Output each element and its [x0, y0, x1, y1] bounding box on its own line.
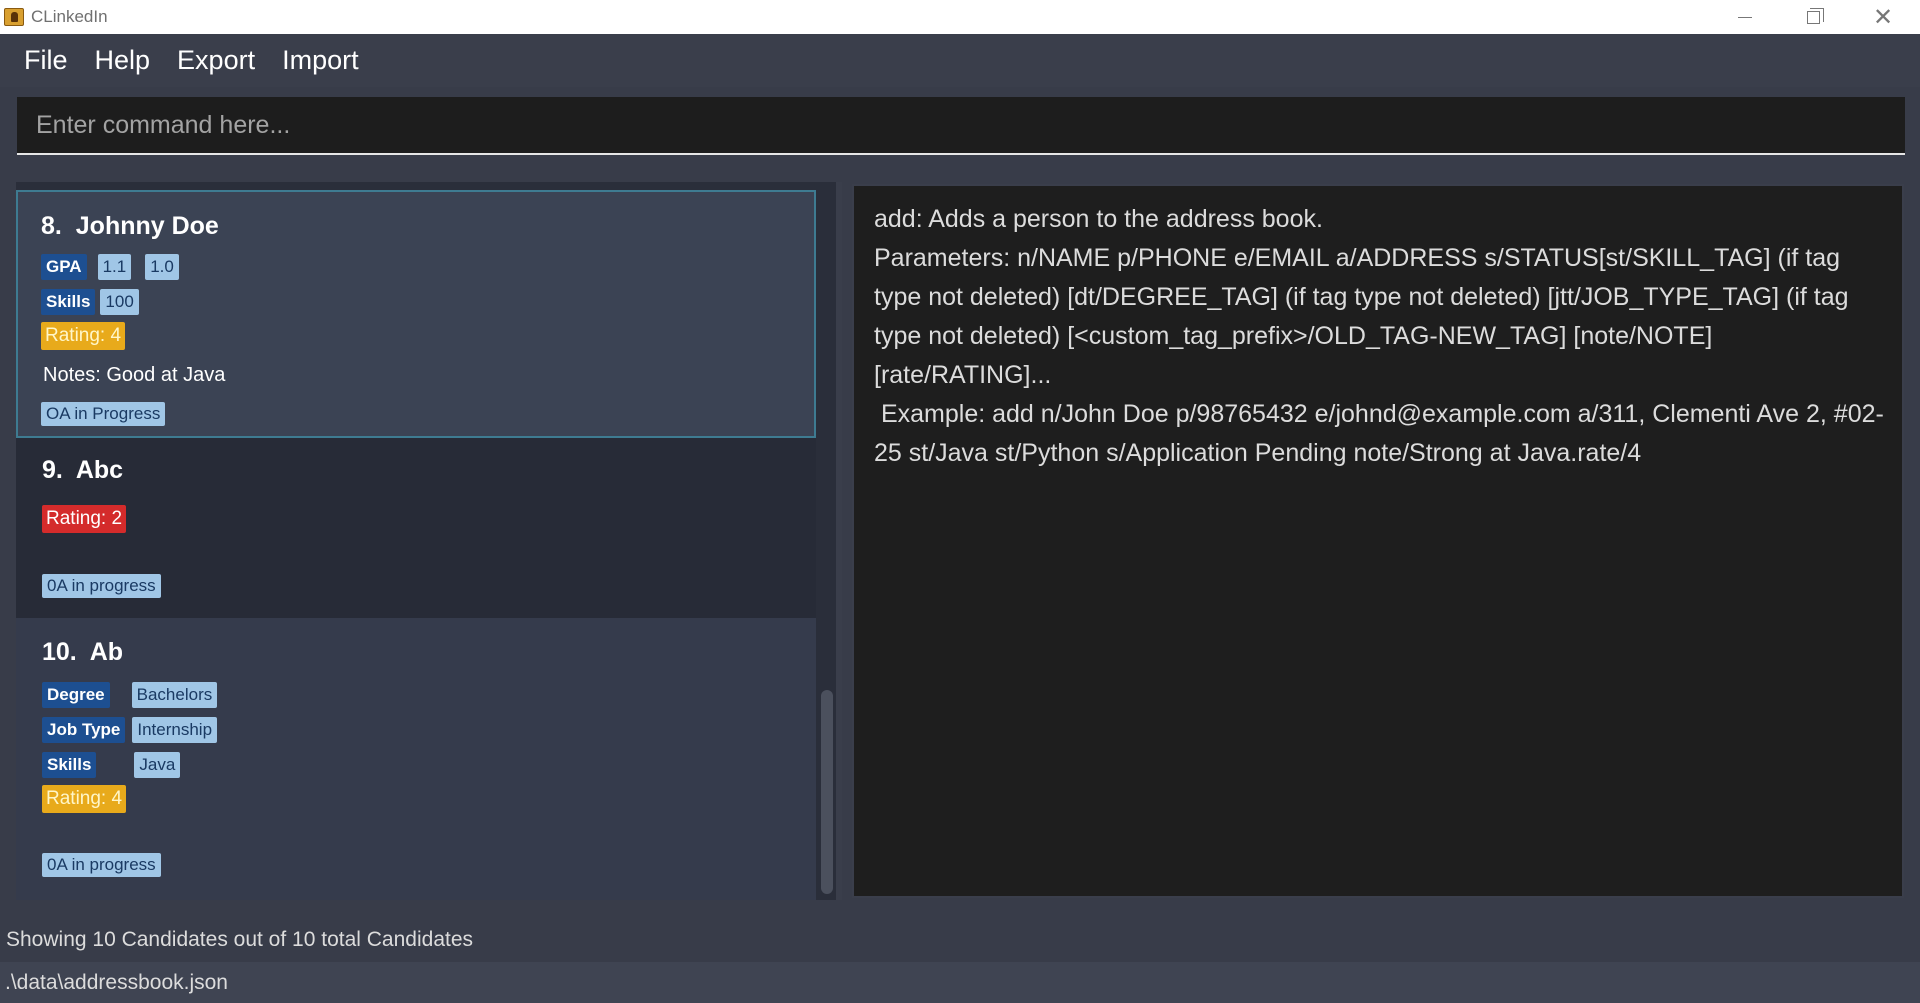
- tag-value: Bachelors: [131, 682, 218, 708]
- command-area: [0, 87, 1920, 163]
- tag-key: Job Type: [42, 717, 126, 743]
- menu-import[interactable]: Import: [282, 45, 359, 76]
- tag-value: 1.1: [97, 254, 132, 280]
- tag-key: Skills: [42, 752, 97, 778]
- candidate-name: 10. Ab: [42, 638, 124, 666]
- rating-badge: Rating: 4: [41, 322, 126, 350]
- rating-badge: Rating: 4: [42, 785, 127, 813]
- tag-key: Skills: [41, 289, 96, 315]
- status-bar: Showing 10 Candidates out of 10 total Ca…: [0, 918, 1920, 962]
- candidate-card[interactable]: 8. Johnny Doe GPA 1.1 1.0 Skills 100 Rat…: [16, 190, 816, 438]
- restore-icon[interactable]: [1778, 0, 1848, 34]
- tag-row: GPA 1.1 1.0: [41, 254, 190, 280]
- tag-value: 1.0: [145, 254, 179, 280]
- tag-row: Skills 100: [41, 289, 150, 315]
- status-badge: OA in Progress: [41, 402, 166, 426]
- command-input[interactable]: [17, 97, 1905, 155]
- tag-key: Degree: [42, 682, 110, 708]
- rating-badge: Rating: 2: [42, 505, 127, 533]
- tag-value: 100: [100, 289, 139, 315]
- title-bar: CLinkedIn ✕: [0, 0, 1920, 34]
- menu-bar: File Help Export Import: [0, 34, 1920, 87]
- status-middle: Candidates out of: [115, 928, 293, 951]
- window-title: CLinkedIn: [31, 7, 108, 26]
- status-prefix: Showing: [6, 928, 93, 951]
- minimize-icon[interactable]: [1710, 0, 1780, 34]
- tag-row: Job Type Internship: [42, 717, 228, 743]
- candidate-name: 8. Johnny Doe: [41, 212, 219, 240]
- result-text: add: Adds a person to the address book. …: [874, 205, 1884, 467]
- app-logo-icon: [4, 8, 24, 26]
- file-path-bar: .\data\addressbook.json: [0, 962, 1920, 1003]
- panel-divider[interactable]: [836, 182, 842, 900]
- status-row: OA in Progress: [41, 402, 176, 426]
- candidate-notes: Notes: Good at Java: [43, 364, 226, 386]
- close-icon[interactable]: ✕: [1848, 0, 1918, 34]
- menu-export[interactable]: Export: [177, 45, 255, 76]
- candidate-name: 9. Abc: [42, 456, 124, 484]
- tag-value: Internship: [132, 717, 218, 743]
- status-shown-count: 10: [92, 928, 116, 951]
- tag-row: Degree Bachelors: [42, 682, 228, 708]
- candidate-list[interactable]: 8. Johnny Doe GPA 1.1 1.0 Skills 100 Rat…: [16, 182, 836, 900]
- menu-file[interactable]: File: [24, 45, 68, 76]
- candidate-card[interactable]: 9. Abc Rating: 2 0A in progress: [16, 438, 816, 618]
- file-path: .\data\addressbook.json: [5, 970, 228, 994]
- candidate-card[interactable]: 10. Ab Degree Bachelors Job Type Interns…: [16, 618, 816, 900]
- status-badge: 0A in progress: [42, 853, 161, 877]
- tag-key: GPA: [41, 254, 87, 280]
- status-badge: 0A in progress: [42, 574, 161, 598]
- tag-value: Java: [134, 752, 181, 778]
- status-row: 0A in progress: [42, 574, 172, 598]
- menu-help[interactable]: Help: [95, 45, 151, 76]
- tag-row: Skills Java: [42, 752, 191, 778]
- status-row: 0A in progress: [42, 853, 172, 877]
- status-suffix: total Candidates: [315, 928, 474, 951]
- result-display: add: Adds a person to the address book. …: [852, 184, 1904, 898]
- list-scrollbar-thumb[interactable]: [821, 690, 833, 894]
- status-total-count: 10: [292, 928, 316, 951]
